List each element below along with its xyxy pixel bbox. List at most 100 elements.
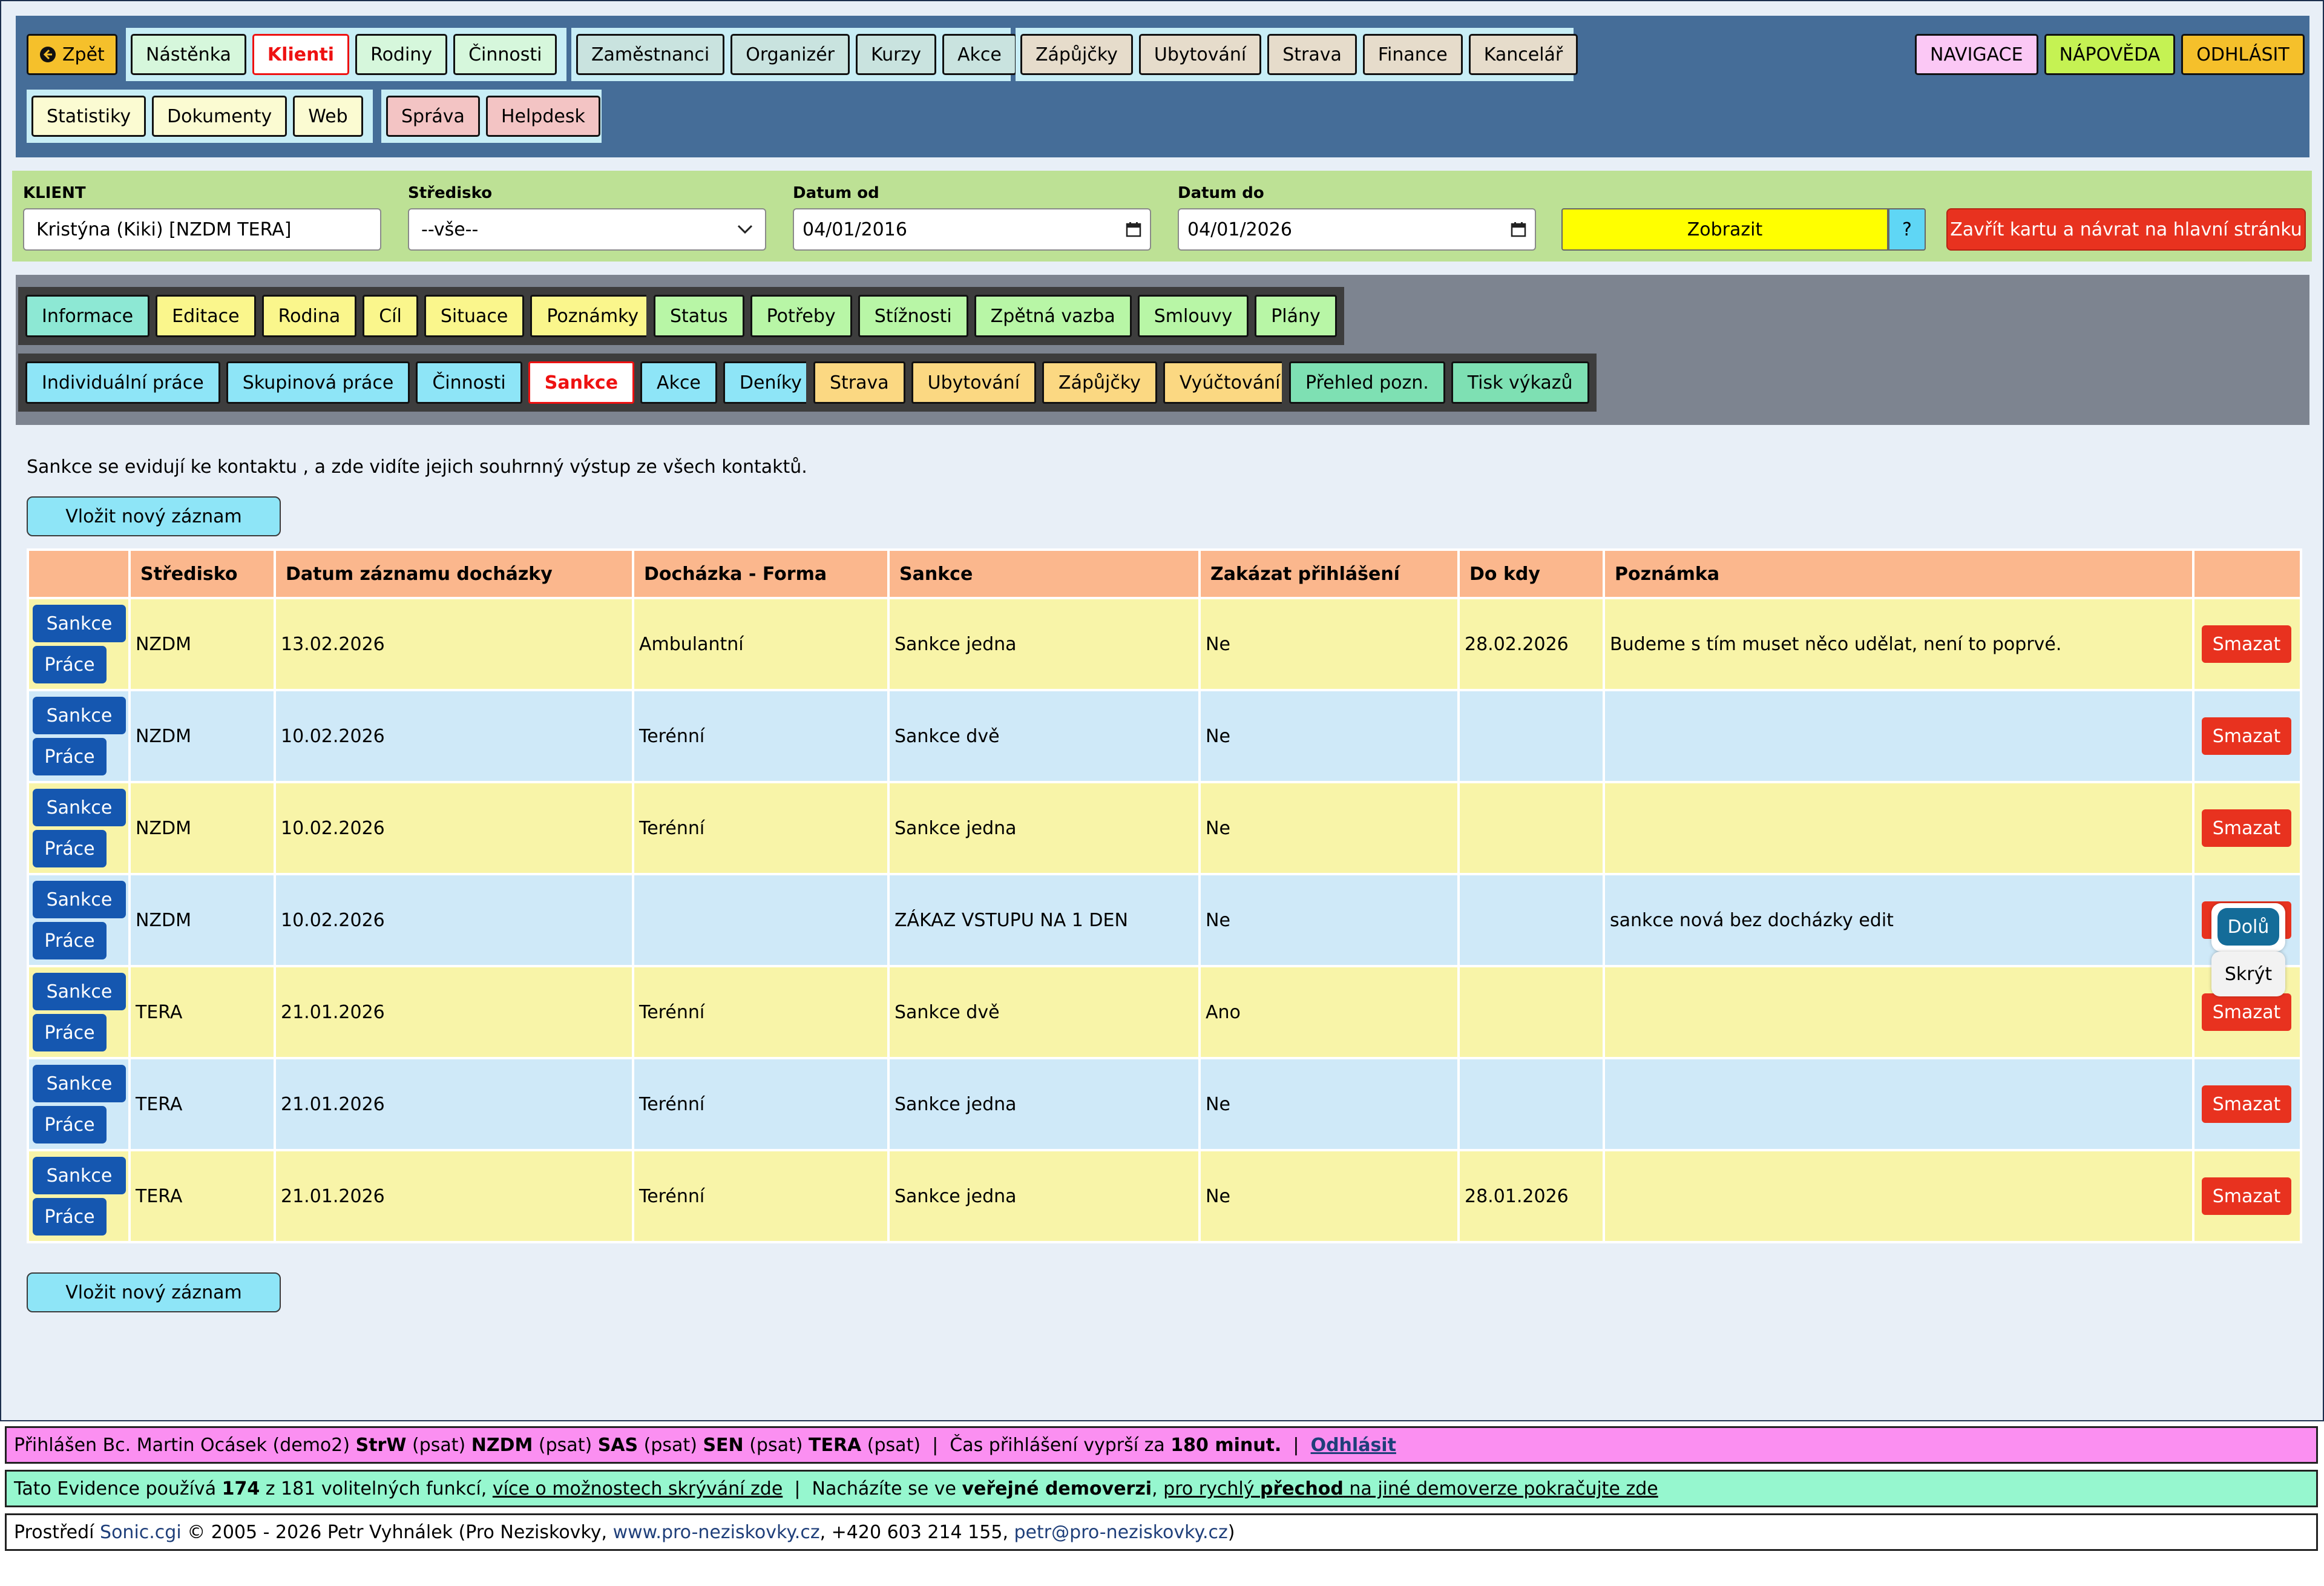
delete-button[interactable]: Smazat bbox=[2202, 993, 2291, 1031]
header-form[interactable]: Docházka - Forma bbox=[632, 548, 890, 599]
tab-zapujcky[interactable]: Zápůjčky bbox=[1042, 361, 1157, 404]
tab-tisk-vykazu[interactable]: Tisk výkazů bbox=[1451, 361, 1589, 404]
nav-ubytovani[interactable]: Ubytování bbox=[1138, 34, 1262, 75]
row-sanction-button[interactable]: Sankce bbox=[33, 881, 126, 918]
nav-rodiny[interactable]: Rodiny bbox=[355, 34, 448, 75]
header-note[interactable]: Poznámka bbox=[1603, 548, 2194, 599]
delete-button[interactable]: Smazat bbox=[2202, 1177, 2291, 1215]
email-link[interactable]: petr@pro-neziskovky.cz bbox=[1014, 1522, 1228, 1543]
nav-odhlasit[interactable]: ODHLÁSIT bbox=[2181, 34, 2305, 75]
nav-strava[interactable]: Strava bbox=[1267, 34, 1357, 75]
nav-sprava[interactable]: Správa bbox=[386, 96, 480, 137]
row-work-button[interactable]: Práce bbox=[33, 1106, 107, 1143]
row-work-button[interactable]: Práce bbox=[33, 830, 107, 867]
features-hide-link[interactable]: více o možnostech skrývání zde bbox=[493, 1478, 783, 1499]
nav-napoveda[interactable]: NÁPOVĚDA bbox=[2044, 34, 2176, 75]
row-work-button[interactable]: Práce bbox=[33, 646, 107, 683]
close-card-button[interactable]: Zavřít kartu a návrat na hlavní stránku bbox=[1946, 208, 2306, 251]
nav-akce[interactable]: Akce bbox=[942, 34, 1017, 75]
demo-switch-link[interactable]: pro rychlý přechod na jiné demoverze pok… bbox=[1163, 1478, 1658, 1499]
new-record-button-bottom[interactable]: Vložit nový záznam bbox=[27, 1272, 281, 1312]
row-actions-cell: Sankce Práce bbox=[27, 1057, 131, 1151]
sonic-link[interactable]: Sonic.cgi bbox=[100, 1522, 182, 1543]
date-to-value: 04/01/2026 bbox=[1187, 219, 1292, 240]
row-sanction-button[interactable]: Sankce bbox=[33, 973, 126, 1010]
show-button[interactable]: Zobrazit bbox=[1561, 208, 1888, 251]
cell-form: Terénní bbox=[632, 965, 890, 1059]
tab-prehled-pozn[interactable]: Přehled pozn. bbox=[1289, 361, 1445, 404]
delete-button[interactable]: Smazat bbox=[2202, 1085, 2291, 1123]
tab-strava[interactable]: Strava bbox=[813, 361, 905, 404]
nav-helpdesk[interactable]: Helpdesk bbox=[485, 96, 600, 137]
nav-kancelar[interactable]: Kancelář bbox=[1468, 34, 1578, 75]
nav-organizer[interactable]: Organizér bbox=[730, 34, 850, 75]
nav-zapujcky[interactable]: Zápůjčky bbox=[1020, 34, 1133, 75]
nav-kurzy[interactable]: Kurzy bbox=[855, 34, 937, 75]
cell-sanction: Sankce jedna bbox=[887, 1057, 1201, 1151]
tab-skupinova-prace[interactable]: Skupinová práce bbox=[226, 361, 410, 404]
row-sanction-button[interactable]: Sankce bbox=[33, 605, 126, 642]
website-link[interactable]: www.pro-neziskovky.cz bbox=[613, 1522, 820, 1543]
row-work-button[interactable]: Práce bbox=[33, 1014, 107, 1051]
nav-cinnosti[interactable]: Činnosti bbox=[453, 34, 557, 75]
tab-ubytovani[interactable]: Ubytování bbox=[911, 361, 1037, 404]
tab-rodina[interactable]: Rodina bbox=[261, 295, 357, 337]
demo-switch-part-2: přechod bbox=[1260, 1478, 1344, 1499]
row-work-button[interactable]: Práce bbox=[33, 1198, 107, 1236]
row-sanction-button[interactable]: Sankce bbox=[33, 697, 126, 734]
nav-web[interactable]: Web bbox=[293, 96, 363, 137]
tab-status[interactable]: Status bbox=[654, 295, 744, 337]
nav-dokumenty[interactable]: Dokumenty bbox=[152, 96, 287, 137]
tab-smlouvy[interactable]: Smlouvy bbox=[1137, 295, 1249, 337]
tab-situace[interactable]: Situace bbox=[424, 295, 525, 337]
tab-zpetna-vazba[interactable]: Zpětná vazba bbox=[974, 295, 1132, 337]
tab-editace[interactable]: Editace bbox=[156, 295, 256, 337]
scroll-down-button[interactable]: Dolů bbox=[2211, 903, 2285, 952]
row-work-button[interactable]: Práce bbox=[33, 922, 107, 959]
cell-note: Budeme s tím muset něco udělat, není to … bbox=[1603, 597, 2194, 691]
delete-button[interactable]: Smazat bbox=[2202, 717, 2291, 755]
row-sanction-button[interactable]: Sankce bbox=[33, 789, 126, 826]
tab-vyuctovani[interactable]: Vyúčtování bbox=[1163, 361, 1297, 404]
row-sanction-button[interactable]: Sankce bbox=[33, 1065, 126, 1102]
date-from-input[interactable]: 04/01/2016 bbox=[793, 208, 1151, 251]
footer-logout-link[interactable]: Odhlásit bbox=[1311, 1435, 1396, 1456]
nav-group-staff: Zaměstnanci Organizér Kurzy Akce bbox=[571, 28, 1017, 81]
hide-button[interactable]: Skrýt bbox=[2211, 952, 2285, 996]
nav-nastenka[interactable]: Nástěnka bbox=[131, 34, 246, 75]
header-center[interactable]: Středisko bbox=[128, 548, 276, 599]
delete-button[interactable]: Smazat bbox=[2202, 809, 2291, 847]
tab-cinnosti[interactable]: Činnosti bbox=[416, 361, 522, 404]
nav-statistiky[interactable]: Statistiky bbox=[31, 96, 146, 137]
header-until[interactable]: Do kdy bbox=[1457, 548, 1605, 599]
tab-stiznosti[interactable]: Stížnosti bbox=[858, 295, 968, 337]
nav-klienti[interactable]: Klienti bbox=[252, 34, 350, 75]
app-frame: Zpět Nástěnka Klienti Rodiny Činnosti Za… bbox=[0, 0, 2324, 1421]
nav-navigace[interactable]: NAVIGACE bbox=[1915, 34, 2038, 75]
row-work-button[interactable]: Práce bbox=[33, 738, 107, 775]
nav-zamestnanci[interactable]: Zaměstnanci bbox=[576, 34, 725, 75]
help-button[interactable]: ? bbox=[1888, 208, 1926, 251]
tab-potreby[interactable]: Potřeby bbox=[750, 295, 852, 337]
tab-cil[interactable]: Cíl bbox=[363, 295, 418, 337]
row-sanction-button[interactable]: Sankce bbox=[33, 1157, 126, 1194]
delete-button[interactable]: Smazat bbox=[2202, 625, 2291, 663]
back-button[interactable]: Zpět bbox=[27, 34, 117, 75]
tab-deniky[interactable]: Deníky bbox=[723, 361, 818, 404]
tab-akce[interactable]: Akce bbox=[640, 361, 717, 404]
new-record-button-top[interactable]: Vložit nový záznam bbox=[27, 496, 281, 536]
tab-poznamky[interactable]: Poznámky bbox=[530, 295, 655, 337]
date-to-input[interactable]: 04/01/2026 bbox=[1178, 208, 1536, 251]
header-sanction[interactable]: Sankce bbox=[887, 548, 1201, 599]
tab-individualni-prace[interactable]: Individuální práce bbox=[25, 361, 220, 404]
header-date[interactable]: Datum záznamu docházky bbox=[274, 548, 634, 599]
tab-sankce[interactable]: Sankce bbox=[528, 361, 635, 404]
nav-finance[interactable]: Finance bbox=[1362, 34, 1463, 75]
cell-center: NZDM bbox=[128, 689, 276, 783]
center-select[interactable]: --vše-- bbox=[408, 208, 766, 251]
header-block-login[interactable]: Zakázat přihlášení bbox=[1198, 548, 1460, 599]
tab-plany[interactable]: Plány bbox=[1255, 295, 1337, 337]
client-field[interactable]: Kristýna (Kiki) [NZDM TERA] bbox=[23, 208, 381, 251]
card-tabs-group-a: Informace Editace Rodina Cíl Situace Poz… bbox=[18, 287, 663, 345]
tab-informace[interactable]: Informace bbox=[25, 295, 150, 337]
